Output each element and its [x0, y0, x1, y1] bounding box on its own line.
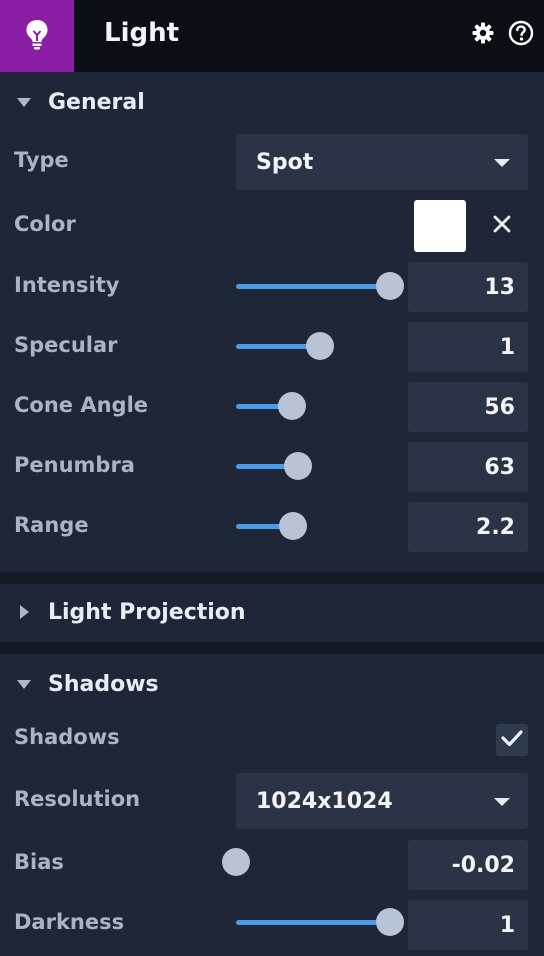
range-input[interactable]: 2.2: [408, 502, 528, 552]
shadows-checkbox[interactable]: [496, 724, 528, 756]
color-label: Color: [14, 212, 76, 236]
panel-header: Light: [0, 0, 544, 72]
resolution-select-value: 1024x1024: [256, 788, 393, 814]
range-slider[interactable]: [236, 511, 390, 541]
intensity-label: Intensity: [14, 273, 120, 297]
chevron-down-icon: [494, 159, 510, 167]
shadows-section-title: Shadows: [48, 671, 159, 697]
general-section-header[interactable]: General: [0, 72, 544, 132]
darkness-label: Darkness: [14, 910, 125, 934]
type-select-value: Spot: [256, 149, 314, 175]
darkness-slider[interactable]: [236, 907, 404, 937]
type-select[interactable]: Spot: [236, 134, 528, 190]
range-label: Range: [14, 513, 89, 537]
light-badge: [0, 0, 74, 72]
light-projection-section-title: Light Projection: [48, 599, 246, 625]
help-icon[interactable]: [508, 20, 534, 46]
cone-angle-slider[interactable]: [236, 391, 390, 421]
intensity-slider[interactable]: [236, 271, 404, 301]
type-label: Type: [14, 148, 69, 172]
penumbra-label: Penumbra: [14, 453, 135, 477]
resolution-select[interactable]: 1024x1024: [236, 773, 528, 829]
close-icon: [492, 214, 512, 238]
panel-title: Light: [104, 18, 180, 48]
intensity-input[interactable]: 13: [408, 262, 528, 312]
shadows-section-header[interactable]: Shadows: [0, 654, 544, 714]
specular-input[interactable]: 1: [408, 322, 528, 372]
section-divider: [0, 642, 544, 654]
checkmark-icon: [500, 728, 524, 752]
shadows-label: Shadows: [14, 725, 120, 749]
slider-track: [236, 284, 390, 289]
cone-angle-label: Cone Angle: [14, 393, 149, 417]
slider-thumb[interactable]: [222, 848, 250, 876]
specular-slider[interactable]: [236, 331, 390, 361]
slider-thumb[interactable]: [306, 332, 334, 360]
cone-angle-input[interactable]: 56: [408, 382, 528, 432]
lightbulb-icon: [24, 18, 50, 54]
chevron-down-icon: [0, 678, 48, 690]
specular-label: Specular: [14, 333, 118, 357]
slider-thumb[interactable]: [376, 908, 404, 936]
light-projection-section-header[interactable]: Light Projection: [0, 582, 544, 642]
slider-thumb[interactable]: [279, 512, 308, 540]
general-section-title: General: [48, 89, 145, 115]
bias-input[interactable]: -0.02: [408, 840, 528, 890]
clear-color-button[interactable]: [488, 212, 516, 240]
color-swatch[interactable]: [414, 200, 466, 252]
resolution-label: Resolution: [14, 787, 141, 811]
darkness-input[interactable]: 1: [408, 900, 528, 950]
penumbra-input[interactable]: 63: [408, 442, 528, 492]
penumbra-slider[interactable]: [236, 451, 390, 481]
slider-track: [236, 920, 390, 925]
chevron-down-icon: [0, 96, 48, 108]
bias-slider[interactable]: [222, 847, 390, 877]
gear-icon[interactable]: [470, 20, 496, 46]
chevron-right-icon: [0, 604, 48, 620]
bias-label: Bias: [14, 850, 64, 874]
slider-thumb[interactable]: [376, 272, 404, 300]
chevron-down-icon: [494, 798, 510, 806]
slider-thumb[interactable]: [283, 452, 312, 480]
slider-thumb[interactable]: [278, 392, 306, 420]
